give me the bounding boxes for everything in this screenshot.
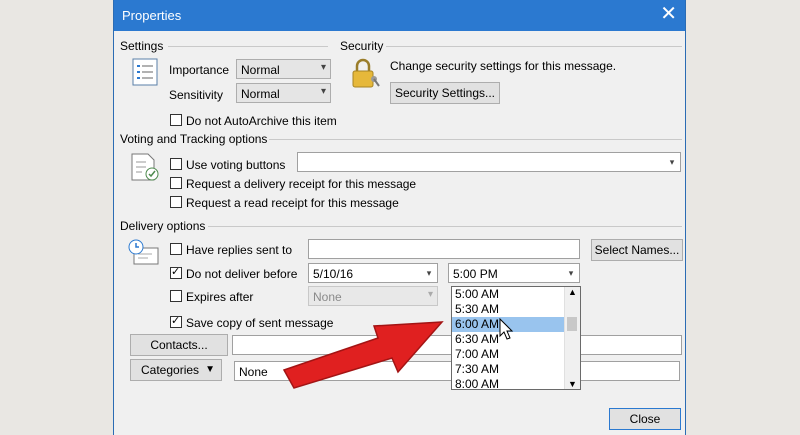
chevron-down-icon: ▾ xyxy=(320,86,326,97)
delivery-heading: Delivery options xyxy=(120,219,206,233)
title-bar: Properties ✕ xyxy=(114,0,685,31)
list-item[interactable]: 7:30 AM xyxy=(452,362,580,377)
chevron-down-icon[interactable]: ▾ xyxy=(421,264,437,282)
voting-document-icon xyxy=(131,153,159,181)
security-description: Change security settings for this messag… xyxy=(390,59,617,73)
security-divider xyxy=(386,46,682,47)
sensitivity-select[interactable]: Normal ▾ xyxy=(236,83,331,103)
select-names-button[interactable]: Select Names... xyxy=(591,239,683,261)
list-item[interactable]: 6:30 AM xyxy=(452,332,580,347)
close-button[interactable]: Close xyxy=(609,408,681,430)
settings-list-icon xyxy=(132,58,158,86)
list-item[interactable]: 6:00 AM xyxy=(452,317,580,332)
deliver-time-select[interactable]: 5:00 PM ▾ xyxy=(448,263,580,283)
list-item[interactable]: 7:00 AM xyxy=(452,347,580,362)
security-heading: Security xyxy=(340,39,384,53)
autoarchive-checkbox[interactable] xyxy=(170,114,182,126)
close-icon[interactable]: ✕ xyxy=(660,4,677,24)
list-item[interactable]: 8:00 AM xyxy=(452,377,580,389)
categories-button[interactable]: Categories ▼ xyxy=(130,359,222,381)
use-voting-checkbox[interactable] xyxy=(170,158,182,170)
delivery-divider xyxy=(208,226,682,227)
read-receipt-checkbox[interactable] xyxy=(170,196,182,208)
deliver-date-value: 5/10/16 xyxy=(313,267,354,281)
delivery-clock-icon xyxy=(128,239,159,265)
voting-heading: Voting and Tracking options xyxy=(120,132,268,146)
list-item[interactable]: 5:00 AM xyxy=(452,287,580,302)
read-receipt-label: Request a read receipt for this message xyxy=(186,196,399,210)
expires-after-label: Expires after xyxy=(186,290,254,304)
chevron-down-icon: ▼ xyxy=(205,364,215,375)
mouse-pointer-icon xyxy=(499,318,514,340)
chevron-down-icon[interactable]: ▾ xyxy=(563,264,579,282)
do-not-deliver-checkbox[interactable] xyxy=(170,265,182,279)
do-not-deliver-label: Do not deliver before xyxy=(186,267,298,281)
lock-key-icon xyxy=(352,58,380,88)
importance-select[interactable]: Normal ▾ xyxy=(236,59,331,79)
voting-divider xyxy=(269,139,682,140)
contacts-button[interactable]: Contacts... xyxy=(130,334,228,356)
security-settings-button[interactable]: Security Settings... xyxy=(390,82,500,104)
scrollbar-thumb[interactable] xyxy=(567,317,577,331)
chevron-down-icon: ▾ xyxy=(427,289,433,300)
time-dropdown-list[interactable]: 5:00 AM 5:30 AM 6:00 AM 6:30 AM 7:00 AM … xyxy=(451,286,581,390)
replies-to-input[interactable] xyxy=(308,239,580,259)
sensitivity-value: Normal xyxy=(241,87,280,101)
chevron-up-icon[interactable]: ▲ xyxy=(568,287,577,297)
importance-label: Importance xyxy=(169,63,230,77)
chevron-down-icon: ▾ xyxy=(664,153,680,171)
expires-after-checkbox[interactable] xyxy=(170,290,182,302)
delivery-receipt-checkbox[interactable] xyxy=(170,177,182,189)
chevron-down-icon[interactable]: ▼ xyxy=(568,379,577,389)
use-voting-label: Use voting buttons xyxy=(186,158,286,172)
categories-label: Categories xyxy=(141,363,200,377)
red-arrow-annotation xyxy=(282,321,444,389)
categories-value: None xyxy=(239,365,268,379)
deliver-date-input[interactable]: 5/10/16 ▾ xyxy=(308,263,438,283)
list-item[interactable]: 5:30 AM xyxy=(452,302,580,317)
delivery-receipt-label: Request a delivery receipt for this mess… xyxy=(186,177,417,191)
dropdown-scrollbar[interactable]: ▲ ▼ xyxy=(564,287,580,389)
importance-value: Normal xyxy=(241,63,280,77)
settings-heading: Settings xyxy=(120,39,164,53)
window-title: Properties xyxy=(122,8,182,23)
save-copy-checkbox[interactable] xyxy=(170,314,182,328)
voting-buttons-select[interactable]: ▾ xyxy=(297,152,681,172)
have-replies-label: Have replies sent to xyxy=(186,243,293,257)
have-replies-checkbox[interactable] xyxy=(170,243,182,255)
deliver-time-value: 5:00 PM xyxy=(453,267,498,281)
settings-divider xyxy=(168,46,328,47)
chevron-down-icon: ▾ xyxy=(320,62,326,73)
autoarchive-label: Do not AutoArchive this item xyxy=(186,114,337,128)
sensitivity-label: Sensitivity xyxy=(169,88,224,102)
